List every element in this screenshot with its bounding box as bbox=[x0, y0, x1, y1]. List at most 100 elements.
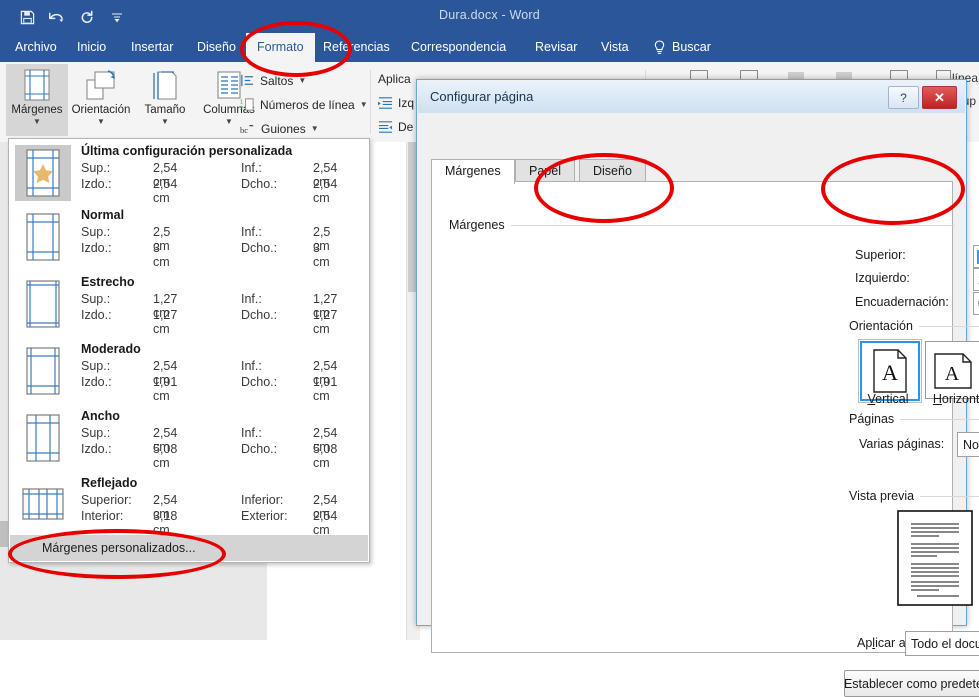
tab-correspondencia[interactable]: Correspondencia bbox=[400, 33, 517, 62]
tab-insertar[interactable]: Insertar bbox=[120, 33, 184, 62]
columnas-dropdown-arrow-icon[interactable]: ▼ bbox=[225, 117, 233, 126]
dialog-tabs: Márgenes Papel Diseño bbox=[431, 159, 951, 184]
field-val-izdo: 5,08 cm bbox=[153, 442, 178, 470]
tamano-dropdown-arrow-icon[interactable]: ▼ bbox=[161, 117, 169, 126]
left-scroll-marker[interactable] bbox=[0, 521, 8, 547]
field-key-superior: Superior: bbox=[81, 493, 132, 507]
margins-gallery-item-name: Moderado bbox=[81, 342, 141, 356]
tab-vista[interactable]: Vista bbox=[590, 33, 640, 62]
saltos-button[interactable]: Saltos ▼ bbox=[240, 70, 306, 91]
margins-gallery-item-ultima-configuracion[interactable]: Última configuración personalizada Sup.:… bbox=[9, 141, 369, 205]
dialog-tab-papel[interactable]: Papel bbox=[515, 159, 575, 183]
indent-right-icon bbox=[378, 120, 393, 133]
dialog-title: Configurar página bbox=[430, 89, 534, 104]
field-key-inf: Inf.: bbox=[241, 426, 262, 440]
orientation-icon bbox=[84, 64, 118, 104]
lightbulb-icon bbox=[654, 40, 665, 54]
saltos-arrow-icon[interactable]: ▼ bbox=[298, 76, 306, 85]
margins-gallery-item-ancho[interactable]: Ancho Sup.: 2,54 cm Inf.: 2,54 cm Izdo.:… bbox=[9, 406, 369, 470]
field-key-dcho: Dcho.: bbox=[241, 375, 278, 389]
field-val-izdo: 3 cm bbox=[153, 241, 170, 269]
tab-referencias[interactable]: Referencias bbox=[312, 33, 401, 62]
margenes-group-rule bbox=[449, 225, 955, 226]
vista-previa-group-legend: Vista previa bbox=[849, 489, 921, 503]
field-key-izdo: Izdo.: bbox=[81, 241, 112, 255]
guiones-arrow-icon[interactable]: ▼ bbox=[311, 124, 319, 133]
margins-gallery-item-moderado[interactable]: Moderado Sup.: 2,54 cm Inf.: 2,54 cm Izd… bbox=[9, 339, 369, 403]
guiones-label: Guiones bbox=[261, 121, 306, 136]
margins-gallery-item-estrecho[interactable]: Estrecho Sup.: 1,27 cm Inf.: 1,27 cm Izd… bbox=[9, 272, 369, 336]
field-val-dcho: 1,91 cm bbox=[313, 375, 338, 403]
svg-text:1: 1 bbox=[240, 100, 243, 106]
margin-preset-mirrored-icon bbox=[15, 477, 71, 533]
tell-me-search[interactable]: Buscar bbox=[645, 33, 719, 62]
orientation-horizontal-option[interactable]: A bbox=[925, 341, 979, 399]
margins-gallery-item-normal[interactable]: Normal Sup.: 2,5 cm Inf.: 2,5 cm Izdo.: … bbox=[9, 205, 369, 269]
tab-diseno[interactable]: Diseño bbox=[186, 33, 247, 62]
help-button[interactable]: ? bbox=[888, 86, 919, 109]
margins-gallery-dropdown[interactable]: Última configuración personalizada Sup.:… bbox=[8, 138, 370, 563]
field-key-exterior: Exterior: bbox=[241, 509, 288, 523]
field-key-inf: Inf.: bbox=[241, 225, 262, 239]
margenes-button[interactable]: Márgenes ▼ bbox=[6, 64, 68, 136]
margins-gallery-item-name: Ancho bbox=[81, 409, 120, 423]
orientacion-button[interactable]: Orientación ▼ bbox=[70, 64, 132, 136]
izquierdo-value[interactable]: 2,54 cm bbox=[974, 273, 979, 287]
margins-gallery-item-reflejado[interactable]: Reflejado Superior: 2,54 cm Inferior: 2,… bbox=[9, 473, 369, 537]
margenes-personalizados-item[interactable]: Márgenes personalizados... bbox=[10, 535, 368, 561]
tell-me-label: Buscar bbox=[672, 40, 711, 54]
field-key-inferior: Inferior: bbox=[241, 493, 284, 507]
field-val-interior: 3,18 cm bbox=[153, 509, 178, 537]
configurar-pagina-dialog[interactable]: Configurar página ? ✕ Márgenes Papel Dis… bbox=[416, 79, 979, 697]
tab-revisar[interactable]: Revisar bbox=[524, 33, 588, 62]
dialog-tab-diseno[interactable]: Diseño bbox=[579, 159, 646, 183]
tab-formato[interactable]: Formato bbox=[246, 33, 315, 62]
aplicar-a-combo[interactable]: Todo el documento bbox=[905, 631, 979, 656]
encuadernacion-value[interactable]: 0 cm bbox=[974, 297, 979, 311]
field-key-dcho: Dcho.: bbox=[241, 308, 278, 322]
indent-left-control[interactable]: Izq bbox=[378, 92, 414, 113]
varias-paginas-value: Normal bbox=[963, 437, 979, 452]
field-key-dcho: Dcho.: bbox=[241, 177, 278, 191]
field-val-dcho: 1,27 cm bbox=[313, 308, 338, 336]
tab-archivo[interactable]: Archivo bbox=[4, 33, 68, 62]
tab-inicio[interactable]: Inicio bbox=[66, 33, 117, 62]
label-aplicar-a: Aplicar a: bbox=[857, 636, 910, 650]
margin-preset-moderate-icon bbox=[15, 343, 71, 399]
margenes-group-legend: Márgenes bbox=[449, 218, 511, 232]
margins-gallery-item-name: Normal bbox=[81, 208, 125, 222]
close-icon[interactable]: ✕ bbox=[922, 86, 957, 109]
label-superior: Superior: bbox=[855, 248, 906, 262]
field-val-izdo: 1,27 cm bbox=[153, 308, 178, 336]
varias-paginas-combo[interactable]: Normal bbox=[957, 432, 979, 457]
superior-spinner[interactable]: 2,54 cm bbox=[973, 245, 979, 268]
guiones-button[interactable]: bc Guiones ▼ bbox=[240, 118, 319, 139]
ribbon-tab-strip: Archivo Inicio Insertar Diseño Formato R… bbox=[0, 33, 979, 62]
numeros-de-linea-arrow-icon[interactable]: ▼ bbox=[360, 100, 368, 109]
orientation-horizontal-label: Horizontal bbox=[932, 392, 979, 406]
margins-gallery-item-name: Reflejado bbox=[81, 476, 138, 490]
field-key-izdo: Izdo.: bbox=[81, 308, 112, 322]
field-val-dcho: 2,54 cm bbox=[313, 177, 338, 205]
dialog-tab-margenes[interactable]: Márgenes bbox=[431, 159, 515, 184]
orientacion-dropdown-arrow-icon[interactable]: ▼ bbox=[97, 117, 105, 126]
field-key-inf: Inf.: bbox=[241, 359, 262, 373]
margenes-dropdown-arrow-icon[interactable]: ▼ bbox=[33, 117, 41, 126]
ribbon-group-separator bbox=[370, 70, 371, 134]
dialog-title-bar[interactable]: Configurar página ? ✕ bbox=[418, 81, 965, 114]
indent-right-control[interactable]: De bbox=[378, 116, 413, 137]
tamano-button[interactable]: Tamaño ▼ bbox=[134, 64, 196, 136]
tamano-label: Tamaño bbox=[144, 104, 186, 116]
field-key-sup: Sup.: bbox=[81, 225, 111, 239]
page-preview bbox=[897, 510, 973, 606]
izquierdo-spinner[interactable]: 2,54 cm bbox=[973, 268, 979, 291]
line-numbers-icon: 12 bbox=[240, 98, 254, 112]
label-varias-paginas: Varias páginas: bbox=[859, 437, 945, 451]
field-val-izdo: 2,54 cm bbox=[153, 177, 178, 205]
field-key-sup: Sup.: bbox=[81, 359, 111, 373]
encuadernacion-spinner[interactable]: 0 cm bbox=[973, 292, 979, 315]
document-title: Dura.docx - Word bbox=[439, 8, 540, 22]
margin-preset-normal-icon bbox=[15, 209, 71, 265]
numeros-de-linea-button[interactable]: 12 Números de línea ▼ bbox=[240, 94, 368, 115]
establecer-predeterminado-button[interactable]: Establecer como predeterminado bbox=[844, 670, 979, 697]
